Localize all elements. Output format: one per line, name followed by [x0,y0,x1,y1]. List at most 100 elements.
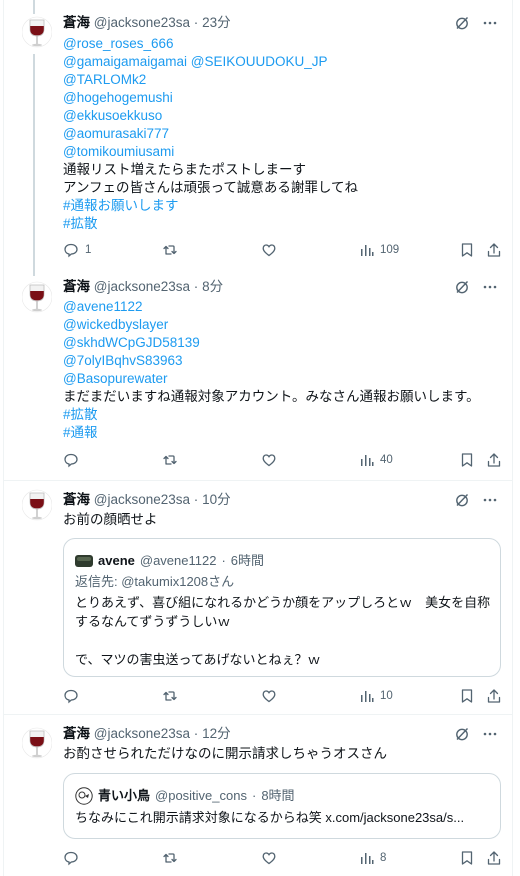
tweet-text: お前の顔晒せよ [63,511,503,529]
mention-link[interactable]: @rose_roses_666 [63,35,503,53]
grok-slash-icon[interactable] [454,15,470,31]
more-dots-icon[interactable] [482,15,498,31]
share-button[interactable] [486,241,502,259]
hashtag-link[interactable]: #拡散 [63,215,503,233]
tweet-top-icons [454,278,498,296]
mention-link[interactable]: @aomurasaki777 [63,125,503,143]
share-icon [487,689,501,703]
author-name[interactable]: 蒼海 [63,492,90,507]
share-button[interactable] [486,451,502,469]
views-button[interactable]: 10 [360,687,393,705]
tweet-text-line: まだまだいますね通報対象アカウント。みなさん通報お願いします。 [63,389,480,404]
timestamp[interactable]: 12分 [202,726,231,741]
quoted-timestamp[interactable]: 6時間 [231,552,264,570]
grok-slash-icon[interactable] [454,279,470,295]
quoted-timestamp[interactable]: 8時間 [261,787,294,805]
quoted-author-handle[interactable]: @positive_cons [155,787,247,805]
author-handle[interactable]: @jacksone23sa [94,279,190,294]
view-count: 8 [380,852,387,864]
author-handle[interactable]: @jacksone23sa [94,726,190,741]
more-dots-icon[interactable] [482,726,498,742]
quoted-avatar[interactable] [75,552,93,570]
hashtag-link[interactable]: #通報お願いします [63,197,503,215]
quoted-author-name[interactable]: 青い小鳥 [98,787,150,805]
reply-button[interactable]: 1 [63,241,91,259]
retweet-button[interactable] [162,687,184,705]
retweet-button[interactable] [162,849,184,867]
share-button[interactable] [486,849,502,867]
tweet-header: 蒼海 @jacksone23sa · 8分 [63,278,223,296]
views-button[interactable]: 109 [360,241,399,259]
tweet-text-line: お前の顔晒せよ [63,512,158,527]
bookmark-button[interactable] [459,241,475,259]
reply-to-label[interactable]: 返信先: @takumix1208さん [75,572,493,591]
mention-link[interactable]: @TARLOMk2 [63,71,503,89]
reply-button[interactable] [63,849,85,867]
reply-button[interactable] [63,451,85,469]
author-handle[interactable]: @jacksone23sa [94,15,190,30]
retweet-icon [163,245,177,255]
mention-link[interactable]: @ekkusoekkuso [63,107,503,125]
mention-link[interactable]: @wickedbyslayer [63,316,503,334]
tweet[interactable]: 蒼海 @jacksone23sa · 12分 お酌させられただけなのに開示請求し… [4,715,512,876]
tweet-top-icons [454,14,498,32]
tweet-actions: 1 109 [63,241,503,259]
tweet[interactable]: 蒼海 @jacksone23sa · 8分 @avene1122 @wicked… [4,276,512,480]
share-button[interactable] [486,687,502,705]
mention-link[interactable]: @Basopurewater [63,370,503,388]
like-button[interactable] [261,849,283,867]
mention-link[interactable]: @skhdWCpGJD58139 [63,334,503,352]
wine-glass-icon [21,16,53,48]
avatar[interactable] [21,727,53,759]
bookmark-button[interactable] [459,687,475,705]
bookmark-button[interactable] [459,849,475,867]
quoted-tweet[interactable]: 青い小鳥 @positive_cons · 8時間 ちなみにこれ開示請求対象にな… [63,773,501,839]
timestamp[interactable]: 10分 [202,492,231,507]
mention-link[interactable]: @tomikoumiusami [63,143,503,161]
wine-glass-icon [21,489,53,521]
avatar[interactable] [21,281,53,313]
tweet-actions: 10 [63,687,503,705]
author-handle[interactable]: @jacksone23sa [94,492,190,507]
retweet-icon [163,691,177,701]
quoted-avatar[interactable] [75,787,93,805]
like-button[interactable] [261,451,283,469]
hashtag-link[interactable]: #拡散 [63,406,503,424]
tweet[interactable]: 蒼海 @jacksone23sa · 10分 お前の顔晒せよ avene @av… [4,481,512,714]
mention-link[interactable]: @gamaigamaigamai @SEIKOUUDOKU_JP [63,53,503,71]
tweet[interactable]: 蒼海 @jacksone23sa · 23分 @rose_roses_666 @… [4,0,512,276]
quoted-tweet-text: 返信先: @takumix1208さん とりあえず、喜び組になれるかどうか顔をア… [75,572,493,669]
mention-link[interactable]: @7olyIBqhvS83963 [63,352,503,370]
reply-button[interactable] [63,687,85,705]
quoted-author-name[interactable]: avene [98,552,135,570]
author-name[interactable]: 蒼海 [63,726,90,741]
more-dots-icon[interactable] [482,492,498,508]
like-button[interactable] [261,241,283,259]
bookmark-button[interactable] [459,451,475,469]
author-name[interactable]: 蒼海 [63,15,90,30]
views-button[interactable]: 8 [360,849,386,867]
mention-link[interactable]: @hogehogemushi [63,89,503,107]
avatar[interactable] [21,16,53,48]
timestamp[interactable]: 8分 [202,279,223,294]
like-button[interactable] [261,687,283,705]
share-icon [487,243,501,257]
mention-link[interactable]: @avene1122 [63,298,503,316]
quoted-author-handle[interactable]: @avene1122 [140,552,217,570]
views-bars-icon [361,853,374,864]
hashtag-link[interactable]: #通報 [63,424,503,442]
retweet-button[interactable] [162,241,184,259]
more-dots-icon[interactable] [482,279,498,295]
grok-slash-icon[interactable] [454,726,470,742]
timestamp[interactable]: 23分 [202,15,231,30]
quoted-tweet[interactable]: avene @avene1122 · 6時間 返信先: @takumix1208… [63,538,501,677]
views-button[interactable]: 40 [360,451,393,469]
grok-slash-icon[interactable] [454,492,470,508]
reply-count: 1 [85,244,92,256]
column-border-right [512,0,513,876]
author-name[interactable]: 蒼海 [63,279,90,294]
wine-glass-icon [21,281,53,313]
retweet-button[interactable] [162,451,184,469]
avatar[interactable] [21,489,53,521]
quoted-text-line: とりあえず、喜び組になれるかどうか顔をアップしろとｗ 美女を自称 [75,595,491,610]
